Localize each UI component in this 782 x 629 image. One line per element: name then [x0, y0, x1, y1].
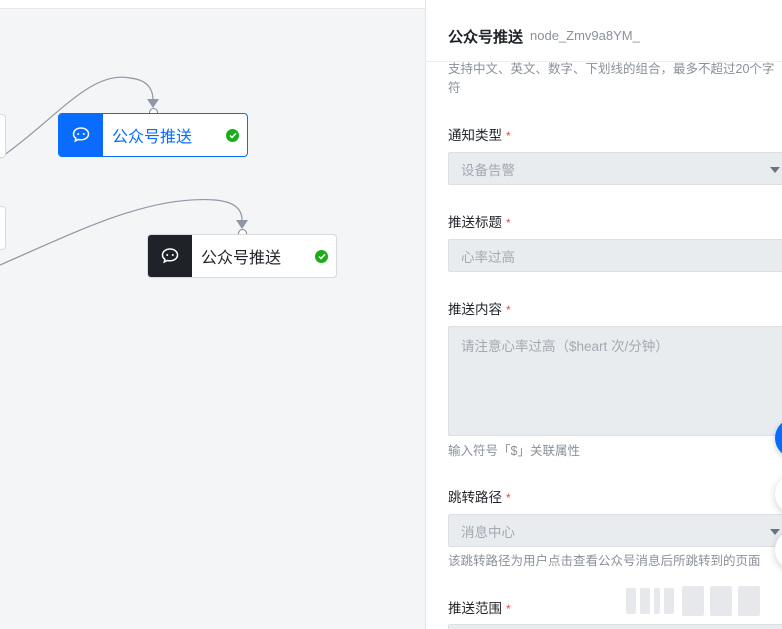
node-id: node_Zmv9a8YM_	[530, 28, 640, 43]
watermark-logo	[626, 586, 760, 616]
jump-path-hint: 该跳转路径为用户点击查看公众号消息后所跳转到的页面	[448, 554, 761, 568]
wechat-icon	[148, 235, 192, 277]
node-label: 公众号推送	[201, 250, 282, 267]
push-title-label: 推送标题 *	[448, 215, 511, 230]
required-mark: *	[506, 491, 511, 505]
push-content-hint: 输入符号「$」关联属性	[448, 444, 580, 458]
jump-path-value: 消息中心	[461, 524, 515, 540]
upstream-node-1[interactable]	[0, 114, 6, 158]
push-scope-select[interactable]	[448, 624, 782, 629]
required-mark: *	[506, 602, 511, 616]
wechat-icon	[59, 114, 103, 156]
push-title-input[interactable]: 心率过高	[448, 239, 782, 272]
node-label: 公众号推送	[112, 129, 193, 146]
notify-type-value: 设备告警	[461, 162, 515, 178]
panel-header: 公众号推送 node_Zmv9a8YM_	[426, 0, 782, 62]
connection-edges	[0, 76, 248, 266]
jump-path-label: 跳转路径 *	[448, 490, 511, 505]
flow-canvas[interactable]: 公众号推送 公众号推送	[0, 0, 425, 629]
jump-path-select[interactable]: 消息中心	[448, 514, 782, 547]
panel-title: 公众号推送	[448, 29, 524, 46]
push-content-label: 推送内容 *	[448, 302, 511, 317]
node-properties-panel: 公众号推送 node_Zmv9a8YM_ 支持中文、英文、数字、下划线的组合，最…	[425, 0, 782, 629]
check-circle-icon	[226, 128, 239, 142]
node-wechat-push[interactable]: 公众号推送	[147, 234, 337, 278]
push-scope-label: 推送范围 *	[448, 601, 511, 616]
caret-down-icon	[770, 528, 780, 535]
required-mark: *	[506, 129, 511, 143]
name-hint: 支持中文、英文、数字、下划线的组合，最多不超过20个字	[448, 62, 775, 76]
push-content-placeholder: 请注意心率过高（$heart 次/分钟）	[461, 339, 669, 354]
notify-type-select[interactable]: 设备告警	[448, 152, 782, 185]
check-circle-icon	[315, 249, 328, 263]
push-content-textarea[interactable]: 请注意心率过高（$heart 次/分钟）	[448, 326, 782, 436]
required-mark: *	[506, 303, 511, 317]
push-title-placeholder: 心率过高	[461, 249, 515, 265]
notify-type-label: 通知类型 *	[448, 128, 511, 143]
upstream-node-2[interactable]	[0, 206, 6, 250]
node-wechat-push-selected[interactable]: 公众号推送	[58, 113, 248, 157]
caret-down-icon	[770, 166, 780, 173]
name-hint-wrap: 符	[448, 81, 461, 95]
required-mark: *	[506, 216, 511, 230]
